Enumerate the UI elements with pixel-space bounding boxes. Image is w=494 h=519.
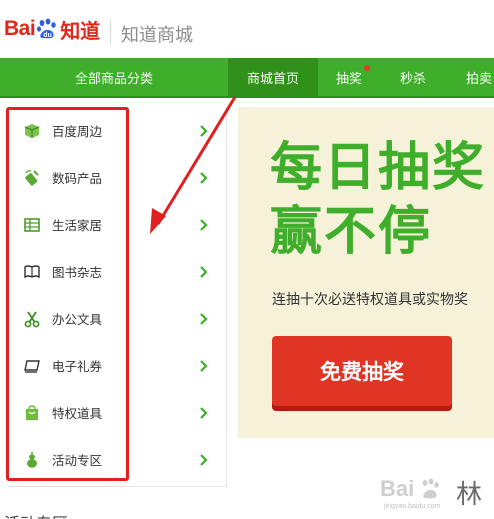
chevron-right-icon: [200, 406, 208, 419]
annotation-highlight-box: [6, 107, 129, 481]
lottery-banner[interactable]: 每日抽奖 赢不停 连抽十次必送特权道具或实物奖 免费抽奖: [238, 107, 494, 438]
baidu-zhidao-logo[interactable]: Bai du 知道: [4, 14, 100, 44]
baidu-paw-icon: du: [37, 18, 56, 39]
header-divider: [110, 20, 111, 44]
banner-headline-1: 每日抽奖: [270, 138, 487, 198]
main-nav: 全部商品分类 商城首页 抽奖 秒杀 拍卖: [0, 58, 494, 98]
site-header: Bai du 知道 知道商城: [0, 0, 494, 58]
free-lottery-button[interactable]: 免费抽奖: [272, 336, 452, 406]
page: Bai du 知道 知道商城 全部商品分类 商城首页 抽奖 秒杀 拍卖 百度周边…: [0, 0, 494, 519]
chevron-right-icon: [200, 359, 208, 372]
chevron-right-icon: [200, 171, 208, 184]
chevron-right-icon: [200, 265, 208, 278]
nav-item-home[interactable]: 商城首页: [228, 58, 318, 96]
logo-bai-text: Bai: [4, 17, 36, 40]
all-categories-button[interactable]: 全部商品分类: [0, 58, 228, 96]
nav-item-auction[interactable]: 拍卖: [446, 58, 494, 96]
site-subtitle: 知道商城: [121, 25, 193, 46]
watermark-suffix: 林: [456, 480, 483, 510]
chevron-right-icon: [200, 218, 208, 231]
nav-item-lottery[interactable]: 抽奖: [318, 58, 380, 96]
chevron-right-icon: [200, 312, 208, 325]
section-heading-partial: 活动专区: [4, 510, 68, 519]
banner-subtitle: 连抽十次必送特权道具或实物奖: [272, 292, 468, 308]
logo-zhidao-text: 知道: [60, 18, 101, 43]
banner-headline-2: 赢不停: [270, 202, 433, 262]
chevron-right-icon: [200, 124, 208, 137]
watermark: Bai jingyan.baidu.com 林: [380, 474, 494, 519]
nav-item-lottery-label: 抽奖: [335, 71, 362, 87]
chevron-right-icon: [200, 453, 208, 466]
watermark-text: Bai: [380, 476, 415, 501]
nav-item-flash-sale[interactable]: 秒杀: [380, 58, 446, 96]
watermark-url: jingyan.baidu.com: [384, 503, 441, 510]
svg-text:du: du: [43, 32, 52, 39]
watermark-paw-icon: [422, 478, 439, 499]
notification-dot: [364, 65, 370, 71]
